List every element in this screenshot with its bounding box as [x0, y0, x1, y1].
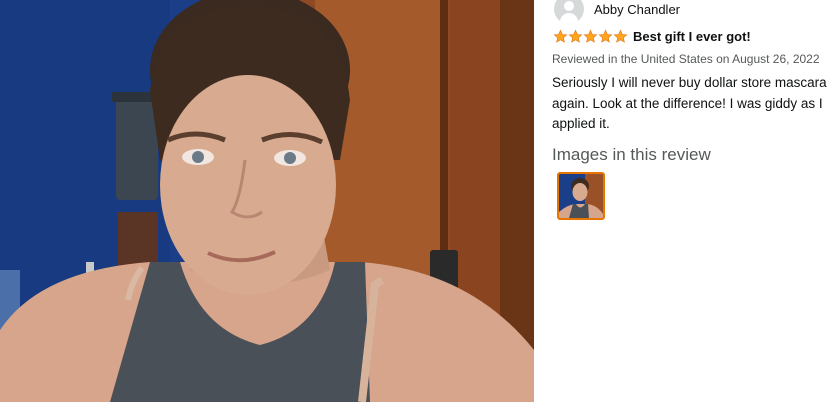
review-title[interactable]: Best gift I ever got! [633, 29, 751, 44]
review-body: Seriously I will never buy dollar store … [552, 75, 827, 131]
filled-star-icon [598, 29, 613, 43]
review-image-thumbnail[interactable] [557, 172, 605, 220]
filled-star-icon [583, 29, 598, 43]
images-in-review-heading: Images in this review [552, 145, 711, 164]
reviewer-profile[interactable]: Abby Chandler [554, 0, 680, 24]
rating-title-row: Best gift I ever got! [553, 29, 751, 44]
review-date: Reviewed in the United States on August … [552, 52, 820, 66]
reviewer-name[interactable]: Abby Chandler [594, 2, 680, 17]
filled-star-icon [568, 29, 583, 43]
star-rating [553, 29, 628, 44]
filled-star-icon [553, 29, 568, 43]
review-image-thumbnail-picture [559, 174, 603, 218]
filled-star-icon [613, 29, 628, 43]
default-user-avatar-icon [554, 0, 584, 24]
review-panel: Abby Chandler Best gift I ever got! Revi… [534, 0, 831, 402]
review-photo-large[interactable] [0, 0, 534, 402]
selfie-image [0, 0, 534, 402]
